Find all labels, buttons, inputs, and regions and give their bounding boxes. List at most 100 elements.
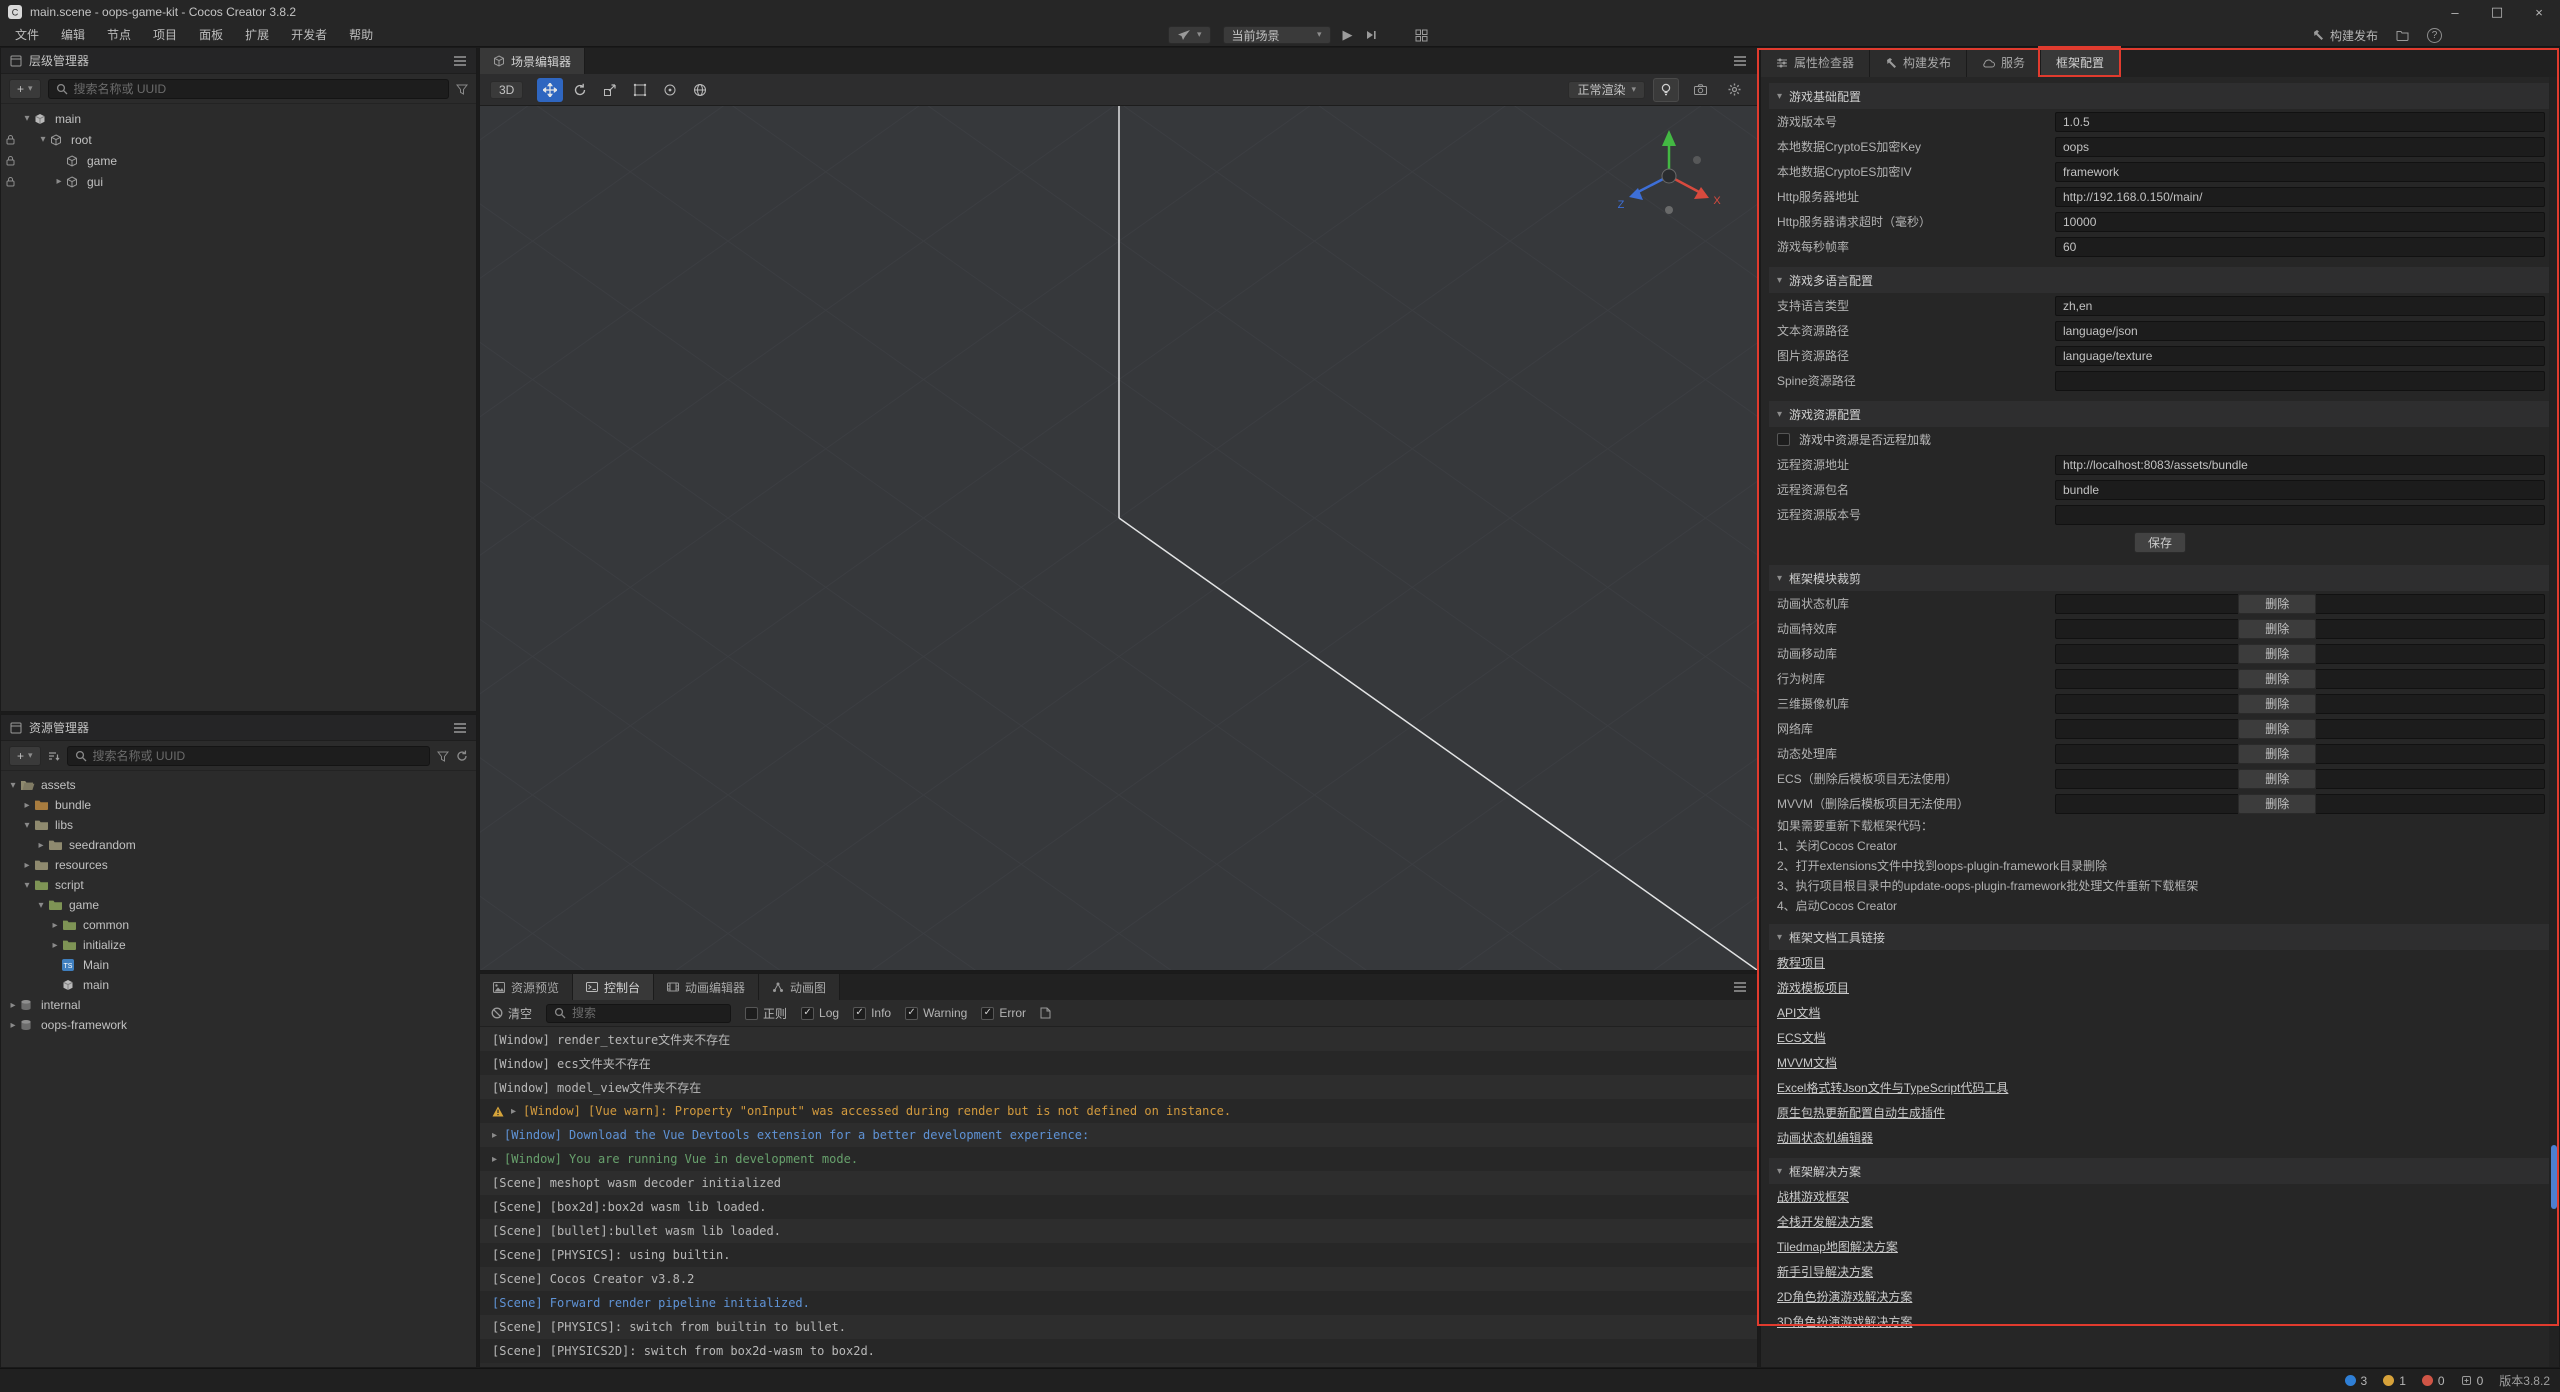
field-input[interactable] [2055,480,2545,500]
doc-link[interactable]: Excel格式转Json文件与TypeScript代码工具 [1777,1079,2008,1096]
field-input[interactable] [2055,237,2545,257]
delete-button[interactable]: 删除 [2238,619,2316,639]
field-input[interactable] [2055,187,2545,207]
tree-node-bundle[interactable]: ▸bundle [1,795,476,815]
menu-item[interactable]: 文件 [4,24,50,46]
field-input[interactable] [2055,321,2545,341]
lock-icon[interactable] [6,155,20,166]
chevron-down-icon[interactable]: ▾ [20,113,34,124]
chevron-right-icon[interactable]: ▸ [52,176,66,187]
module-input[interactable] [2055,769,2238,789]
panel-menu-icon[interactable] [1733,981,1747,993]
rect-tool-button[interactable] [627,78,653,102]
tree-node-libs[interactable]: ▾libs [1,815,476,835]
tree-node-common[interactable]: ▸common [1,915,476,935]
filter-checkbox-log[interactable]: ✓Log [801,1006,839,1020]
module-input[interactable] [2055,794,2238,814]
console-log-row[interactable]: [Scene] [box2d]:box2d wasm lib loaded. [480,1195,1757,1219]
sort-icon[interactable] [48,750,60,762]
create-asset-button[interactable]: +▾ [9,746,41,766]
console-tab[interactable]: 控制台 [573,974,654,1000]
lock-icon[interactable] [6,176,20,187]
delete-button[interactable]: 删除 [2238,594,2316,614]
doc-link[interactable]: 全栈开发解决方案 [1777,1213,1873,1230]
section-header[interactable]: ▾游戏多语言配置 [1769,267,2551,293]
chevron-right-icon[interactable]: ▸ [34,840,48,851]
regex-checkbox[interactable]: 正则 [745,1005,787,1022]
help-icon[interactable]: ? [2427,28,2442,43]
chevron-right-icon[interactable]: ▸ [6,1020,20,1031]
module-input[interactable] [2055,694,2238,714]
console-log-row[interactable]: [Scene] Cocos Creator v3.8.2 [480,1267,1757,1291]
chevron-down-icon[interactable]: ▾ [6,780,20,791]
console-log-row[interactable]: ▸[Window] You are running Vue in develop… [480,1147,1757,1171]
minimize-button[interactable]: – [2434,0,2476,24]
layout-grid-button[interactable] [1415,29,1428,42]
module-input[interactable] [2055,719,2238,739]
chevron-down-icon[interactable]: ▾ [20,880,34,891]
chevron-down-icon[interactable]: ▾ [20,820,34,831]
warning-count-badge[interactable]: 1 [2383,1374,2406,1388]
filter-icon[interactable] [456,83,468,95]
chevron-right-icon[interactable]: ▸ [6,1000,20,1011]
module-input[interactable] [2055,744,2238,764]
menu-item[interactable]: 开发者 [280,24,338,46]
tree-node-root[interactable]: ▾root [1,129,476,150]
module-input[interactable] [2055,619,2238,639]
filter-checkbox-warning[interactable]: ✓Warning [905,1006,967,1020]
console-search-input[interactable] [572,1006,723,1020]
chevron-right-icon[interactable]: ▸ [48,920,62,931]
scrollbar[interactable] [2549,77,2559,1367]
scrollbar-thumb[interactable] [2551,1145,2557,1209]
chevron-right-icon[interactable]: ▸ [20,800,34,811]
doc-link[interactable]: 新手引导解决方案 [1777,1263,1873,1280]
section-header[interactable]: ▾游戏基础配置 [1769,83,2551,109]
tree-node-assets[interactable]: ▾assets [1,775,476,795]
section-header[interactable]: ▾框架文档工具链接 [1769,924,2551,950]
tree-node-Main[interactable]: TSMain [1,955,476,975]
console-log-row[interactable]: ▸[Window] Download the Vue Devtools exte… [480,1123,1757,1147]
expand-arrow-icon[interactable]: ▸ [492,1154,497,1165]
clear-console-button[interactable]: 清空 [491,1005,532,1022]
console-log-row[interactable]: [Scene] [PHYSICS]: switch from builtin t… [480,1315,1757,1339]
console-tab[interactable]: 资源预览 [480,974,573,1000]
scene-settings-button[interactable] [1721,78,1747,102]
console-log-row[interactable]: [Scene] [bullet]:bullet wasm lib loaded. [480,1219,1757,1243]
doc-link[interactable]: 2D角色扮演游戏解决方案 [1777,1288,1912,1305]
assets-search[interactable] [67,746,430,766]
rotate-tool-button[interactable] [567,78,593,102]
remote-load-checkbox[interactable] [1777,433,1790,446]
close-button[interactable]: × [2518,0,2560,24]
menu-item[interactable]: 面板 [188,24,234,46]
task-badge[interactable]: 0 [2461,1374,2484,1388]
field-input[interactable] [2055,455,2545,475]
doc-link[interactable]: 教程项目 [1777,954,1825,971]
expand-arrow-icon[interactable]: ▸ [511,1106,516,1117]
console-log-row[interactable]: [Scene] [PHYSICS2D]: switch from box2d-w… [480,1339,1757,1363]
delete-button[interactable]: 删除 [2238,644,2316,664]
inspector-tab-2[interactable]: 服务 [1967,48,2041,77]
module-input[interactable] [2055,669,2238,689]
create-node-button[interactable]: +▾ [9,79,41,99]
screenshot-button[interactable] [1687,78,1713,102]
build-publish-button[interactable]: 构建发布 [2312,27,2378,44]
tree-node-oops-framework[interactable]: ▸oops-framework [1,1015,476,1035]
delete-button[interactable]: 删除 [2238,719,2316,739]
filter-checkbox-error[interactable]: ✓Error [981,1006,1026,1020]
field-input[interactable] [2055,112,2545,132]
doc-link[interactable]: MVVM文档 [1777,1054,1837,1071]
info-count-badge[interactable]: 3 [2345,1374,2368,1388]
doc-link[interactable]: 游戏模板项目 [1777,979,1849,996]
field-input[interactable] [2055,212,2545,232]
menu-item[interactable]: 帮助 [338,24,384,46]
panel-menu-icon[interactable] [453,722,467,734]
play-button[interactable]: ▶ [1343,28,1353,43]
field-input[interactable] [2055,371,2545,391]
menu-item[interactable]: 节点 [96,24,142,46]
tree-node-gui[interactable]: ▸gui [1,171,476,192]
expand-arrow-icon[interactable]: ▸ [492,1130,497,1141]
axis-gizmo[interactable]: X Z [1609,122,1729,226]
filter-checkbox-info[interactable]: ✓Info [853,1006,891,1020]
hierarchy-search-input[interactable] [74,82,441,96]
menu-item[interactable]: 扩展 [234,24,280,46]
